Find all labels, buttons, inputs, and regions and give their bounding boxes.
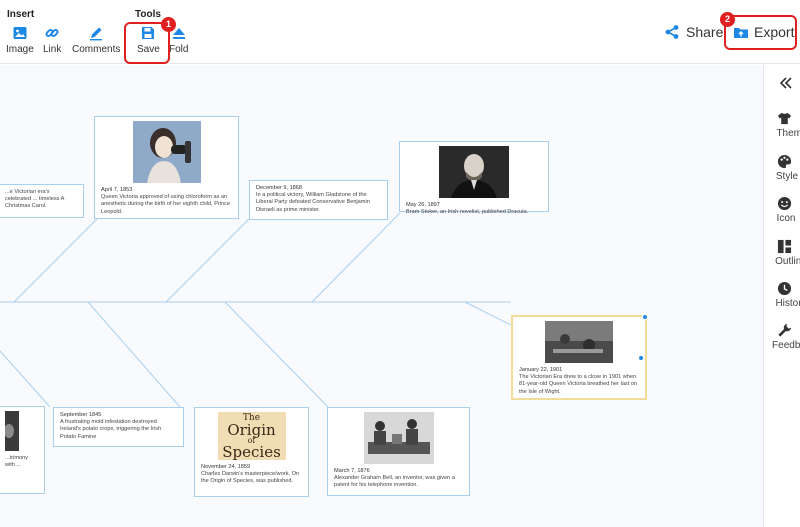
right-panel: Theme Style Icon Outline [763,65,800,527]
fold-button-label: Fold [169,44,189,55]
share-button-label: Share [686,24,724,40]
event-date: January 22, 1901 [519,367,563,373]
event-date: September 1845 [60,412,102,418]
mindmap-canvas[interactable]: ...e Victorian era's celebrated ... time… [0,65,763,527]
panel-item-label: Style [775,171,799,182]
event-date: December 9, 1868 [256,185,303,191]
event-description: Bram Stoker, an Irish novelist, publishe… [406,209,529,216]
tools-group-title: Tools [135,9,161,20]
panel-item-label: Icon [776,213,796,224]
share-button[interactable]: Share [664,24,723,40]
event-description: Charles Darwin's masterpiece/work, On th… [201,471,300,485]
pen-icon [90,27,103,41]
toolbar: Insert Tools Image Link Comments Save Fo… [0,0,800,64]
insert-group-title: Insert [7,9,35,20]
panel-item-theme[interactable]: Theme [764,111,800,139]
event-description: ...e Victorian era's celebrated ... time… [5,189,65,210]
double-chevron-left-icon[interactable] [779,77,793,89]
image-button[interactable]: Image [6,25,34,55]
link-button-label: Link [43,44,62,55]
clock-icon [777,281,791,296]
panel-item-label: History [775,298,800,309]
image-button-label: Image [6,44,34,55]
event-date: November 24, 1859 [201,464,251,470]
panel-item-icon[interactable]: Icon [764,196,800,224]
event-description: Queen Victoria approved of using chlorof… [101,194,231,215]
timeline-card[interactable]: The Origin of Species November 24, 1859 … [194,407,309,497]
link-button[interactable]: Link [43,25,61,55]
timeline-card[interactable]: May 26, 1897 Bram Stoker, an Irish novel… [399,141,549,215]
outline-icon [777,239,791,254]
timeline-card[interactable]: March 7, 1876 Alexander Graham Bell, an … [327,407,470,496]
resize-handle[interactable] [638,355,644,361]
bram-stoker-photo [439,146,509,198]
panel-item-outline[interactable]: Outline [764,239,800,267]
timeline-card[interactable]: ...e Victorian era's celebrated ... time… [0,184,84,218]
resize-handle[interactable] [642,314,648,320]
panel-item-history[interactable]: History [764,281,800,309]
funeral-photo [545,321,613,363]
event-date: March 7, 1876 [334,468,370,474]
origin-of-species-cover: The Origin of Species [217,412,286,460]
palette-icon [777,154,791,169]
chloroform-illustration [132,121,201,183]
timeline-card[interactable]: September 1845 A frustrating mold infest… [53,407,184,447]
callout-badge-2: 2 [720,12,735,27]
image-icon [13,27,27,39]
timeline-card[interactable]: December 9, 1868 In a political victory,… [249,180,388,220]
share-icon [665,25,679,39]
timeline-card-selected[interactable]: January 22, 1901 The Victorian Era drew … [511,314,648,400]
smiley-icon [777,196,791,211]
event-description: A frustrating mold infestation destroyed… [60,419,162,440]
panel-item-feedback[interactable]: Feedback [764,323,800,351]
panel-item-label: Outline [775,256,800,267]
shirt-icon [777,112,791,125]
panel-item-label: Feedback [772,340,800,351]
event-description: The Victorian Era drew to a close in 190… [519,374,638,395]
comments-button[interactable]: Comments [72,25,120,55]
comments-button-label: Comments [72,44,121,55]
event-date: May 26, 1897 [406,202,440,208]
event-photo [5,411,19,451]
timeline-card[interactable]: April 7, 1853 Queen Victoria approved of… [94,116,239,219]
panel-item-label: Theme [776,128,800,139]
panel-item-style[interactable]: Style [764,154,800,182]
telephone-invention-photo [363,412,434,464]
event-date: April 7, 1853 [101,187,133,193]
wrench-icon [777,323,791,337]
callout-badge-1: 1 [161,17,176,32]
event-description: ...trimony with ... [5,455,29,469]
event-description: Alexander Graham Bell, an inventor, was … [334,475,455,489]
event-description: In a political victory, William Gladston… [256,192,370,213]
timeline-card[interactable]: ...trimony with ... [0,406,45,494]
link-icon [45,28,59,38]
